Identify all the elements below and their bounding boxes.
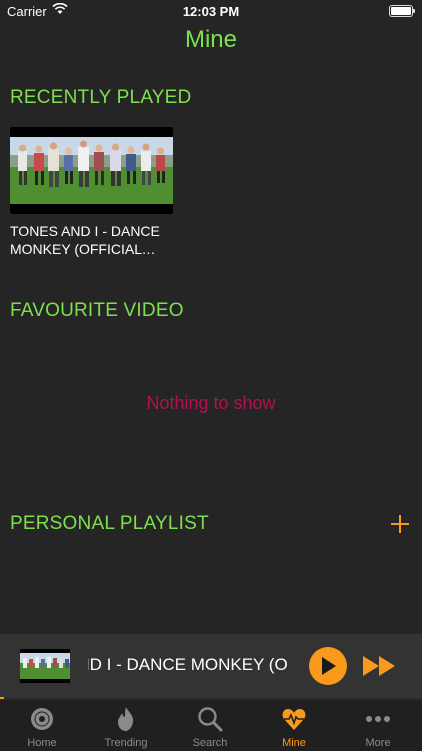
heart-pulse-icon bbox=[282, 709, 306, 730]
mini-player-thumbnail bbox=[20, 649, 70, 683]
video-thumbnail bbox=[10, 127, 173, 214]
plus-icon bbox=[391, 515, 409, 533]
page-title: Mine bbox=[184, 26, 238, 53]
play-icon bbox=[322, 657, 336, 675]
favourite-video-heading: FAVOURITE VIDEO bbox=[10, 300, 184, 321]
personal-playlist-heading: PERSONAL PLAYLIST bbox=[10, 513, 209, 534]
fast-forward-icon bbox=[363, 656, 395, 676]
tab-more-label: More bbox=[365, 737, 391, 749]
more-icon bbox=[366, 716, 390, 722]
add-playlist-button[interactable] bbox=[389, 513, 411, 535]
flame-icon bbox=[118, 707, 134, 731]
fast-forward-button[interactable] bbox=[362, 654, 398, 678]
status-bar: Carrier 12:03 PM bbox=[0, 0, 422, 22]
recently-played-heading: RECENTLY PLAYED bbox=[10, 87, 192, 108]
tab-home[interactable]: Home bbox=[0, 700, 84, 751]
mini-player-title: TONES AND I - DANCE MONKEY (OFFICIAL VID… bbox=[88, 655, 288, 674]
tab-search-label: Search bbox=[192, 737, 228, 749]
search-icon bbox=[198, 707, 223, 732]
tab-more[interactable]: More bbox=[336, 700, 420, 751]
tab-bar: Home Trending Search Mine More bbox=[0, 699, 422, 751]
mini-player-title-marquee: TONES AND I - DANCE MONKEY (OFFICIAL VID… bbox=[88, 655, 288, 679]
tab-trending-label: Trending bbox=[104, 737, 148, 749]
empty-state-message: Nothing to show bbox=[146, 393, 276, 413]
tab-mine-label: Mine bbox=[282, 737, 306, 749]
tab-trending[interactable]: Trending bbox=[84, 700, 168, 751]
disc-icon bbox=[31, 708, 53, 730]
video-title: TONES AND I - DANCE MONKEY (OFFICIAL VID… bbox=[10, 223, 160, 257]
tab-mine[interactable]: Mine bbox=[252, 700, 336, 751]
mini-player[interactable]: TONES AND I - DANCE MONKEY (OFFICIAL VID… bbox=[0, 634, 422, 698]
clock: 12:03 PM bbox=[182, 4, 240, 19]
tab-search[interactable]: Search bbox=[168, 700, 252, 751]
play-button[interactable] bbox=[309, 647, 347, 685]
tab-home-label: Home bbox=[27, 737, 57, 749]
battery-icon bbox=[389, 5, 415, 17]
recent-video-card[interactable]: TONES AND I - DANCE MONKEY (OFFICIAL VID… bbox=[10, 127, 173, 258]
